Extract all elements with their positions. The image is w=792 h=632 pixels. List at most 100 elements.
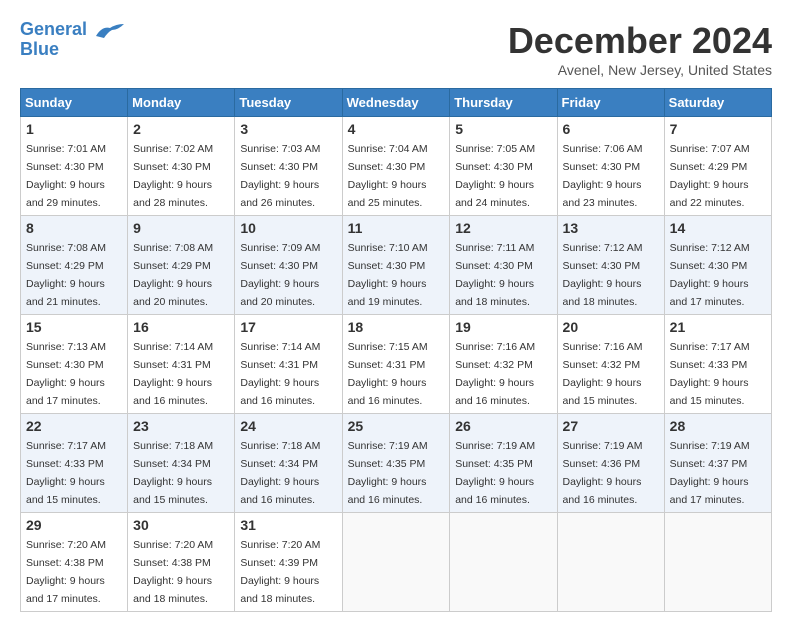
calendar-cell: 6 Sunrise: 7:06 AMSunset: 4:30 PMDayligh… [557, 117, 664, 216]
calendar-cell: 21 Sunrise: 7:17 AMSunset: 4:33 PMDaylig… [664, 315, 771, 414]
day-info: Sunrise: 7:14 AMSunset: 4:31 PMDaylight:… [240, 341, 320, 407]
calendar-cell: 30 Sunrise: 7:20 AMSunset: 4:38 PMDaylig… [128, 513, 235, 612]
logo-text: General [20, 19, 92, 39]
day-info: Sunrise: 7:17 AMSunset: 4:33 PMDaylight:… [26, 440, 106, 506]
calendar-cell: 11 Sunrise: 7:10 AMSunset: 4:30 PMDaylig… [342, 216, 450, 315]
day-number: 10 [240, 220, 336, 236]
day-info: Sunrise: 7:01 AMSunset: 4:30 PMDaylight:… [26, 143, 106, 209]
day-number: 9 [133, 220, 229, 236]
calendar-cell: 20 Sunrise: 7:16 AMSunset: 4:32 PMDaylig… [557, 315, 664, 414]
day-number: 27 [563, 418, 659, 434]
day-number: 21 [670, 319, 766, 335]
calendar-header-sunday: Sunday [21, 89, 128, 117]
day-info: Sunrise: 7:20 AMSunset: 4:38 PMDaylight:… [26, 539, 106, 605]
day-info: Sunrise: 7:19 AMSunset: 4:35 PMDaylight:… [455, 440, 535, 506]
day-info: Sunrise: 7:09 AMSunset: 4:30 PMDaylight:… [240, 242, 320, 308]
calendar-cell: 17 Sunrise: 7:14 AMSunset: 4:31 PMDaylig… [235, 315, 342, 414]
day-number: 23 [133, 418, 229, 434]
calendar-cell: 23 Sunrise: 7:18 AMSunset: 4:34 PMDaylig… [128, 414, 235, 513]
day-info: Sunrise: 7:17 AMSunset: 4:33 PMDaylight:… [670, 341, 750, 407]
day-number: 2 [133, 121, 229, 137]
calendar-cell: 28 Sunrise: 7:19 AMSunset: 4:37 PMDaylig… [664, 414, 771, 513]
calendar-week-row: 29 Sunrise: 7:20 AMSunset: 4:38 PMDaylig… [21, 513, 772, 612]
day-info: Sunrise: 7:04 AMSunset: 4:30 PMDaylight:… [348, 143, 428, 209]
logo-bird-icon [94, 22, 126, 40]
day-number: 17 [240, 319, 336, 335]
day-info: Sunrise: 7:08 AMSunset: 4:29 PMDaylight:… [26, 242, 106, 308]
calendar-cell: 29 Sunrise: 7:20 AMSunset: 4:38 PMDaylig… [21, 513, 128, 612]
calendar-cell [342, 513, 450, 612]
day-info: Sunrise: 7:11 AMSunset: 4:30 PMDaylight:… [455, 242, 534, 308]
logo-general: General [20, 19, 87, 39]
day-number: 13 [563, 220, 659, 236]
day-number: 6 [563, 121, 659, 137]
page-header: General Blue December 2024 Avenel, New J… [20, 20, 772, 78]
day-number: 1 [26, 121, 122, 137]
month-title: December 2024 [508, 20, 772, 62]
calendar-cell: 9 Sunrise: 7:08 AMSunset: 4:29 PMDayligh… [128, 216, 235, 315]
day-number: 5 [455, 121, 551, 137]
calendar-cell: 31 Sunrise: 7:20 AMSunset: 4:39 PMDaylig… [235, 513, 342, 612]
day-number: 31 [240, 517, 336, 533]
calendar-week-row: 1 Sunrise: 7:01 AMSunset: 4:30 PMDayligh… [21, 117, 772, 216]
title-block: December 2024 Avenel, New Jersey, United… [508, 20, 772, 78]
calendar-cell: 27 Sunrise: 7:19 AMSunset: 4:36 PMDaylig… [557, 414, 664, 513]
calendar-week-row: 8 Sunrise: 7:08 AMSunset: 4:29 PMDayligh… [21, 216, 772, 315]
day-info: Sunrise: 7:07 AMSunset: 4:29 PMDaylight:… [670, 143, 750, 209]
calendar-cell: 19 Sunrise: 7:16 AMSunset: 4:32 PMDaylig… [450, 315, 557, 414]
calendar-week-row: 15 Sunrise: 7:13 AMSunset: 4:30 PMDaylig… [21, 315, 772, 414]
day-number: 8 [26, 220, 122, 236]
calendar-cell [450, 513, 557, 612]
day-number: 16 [133, 319, 229, 335]
day-info: Sunrise: 7:19 AMSunset: 4:35 PMDaylight:… [348, 440, 428, 506]
calendar-header-wednesday: Wednesday [342, 89, 450, 117]
day-number: 26 [455, 418, 551, 434]
day-info: Sunrise: 7:12 AMSunset: 4:30 PMDaylight:… [670, 242, 750, 308]
calendar-header-thursday: Thursday [450, 89, 557, 117]
calendar-header-saturday: Saturday [664, 89, 771, 117]
calendar-cell: 1 Sunrise: 7:01 AMSunset: 4:30 PMDayligh… [21, 117, 128, 216]
calendar-table: SundayMondayTuesdayWednesdayThursdayFrid… [20, 88, 772, 612]
calendar-cell: 2 Sunrise: 7:02 AMSunset: 4:30 PMDayligh… [128, 117, 235, 216]
calendar-cell: 5 Sunrise: 7:05 AMSunset: 4:30 PMDayligh… [450, 117, 557, 216]
day-number: 30 [133, 517, 229, 533]
day-info: Sunrise: 7:12 AMSunset: 4:30 PMDaylight:… [563, 242, 643, 308]
day-info: Sunrise: 7:18 AMSunset: 4:34 PMDaylight:… [240, 440, 320, 506]
calendar-cell: 14 Sunrise: 7:12 AMSunset: 4:30 PMDaylig… [664, 216, 771, 315]
calendar-cell: 7 Sunrise: 7:07 AMSunset: 4:29 PMDayligh… [664, 117, 771, 216]
day-info: Sunrise: 7:19 AMSunset: 4:37 PMDaylight:… [670, 440, 750, 506]
day-info: Sunrise: 7:13 AMSunset: 4:30 PMDaylight:… [26, 341, 106, 407]
day-number: 24 [240, 418, 336, 434]
day-info: Sunrise: 7:15 AMSunset: 4:31 PMDaylight:… [348, 341, 428, 407]
day-info: Sunrise: 7:02 AMSunset: 4:30 PMDaylight:… [133, 143, 213, 209]
day-number: 15 [26, 319, 122, 335]
day-number: 12 [455, 220, 551, 236]
day-number: 29 [26, 517, 122, 533]
calendar-cell: 16 Sunrise: 7:14 AMSunset: 4:31 PMDaylig… [128, 315, 235, 414]
day-number: 14 [670, 220, 766, 236]
logo-blue: Blue [20, 40, 59, 60]
day-number: 28 [670, 418, 766, 434]
location: Avenel, New Jersey, United States [508, 62, 772, 78]
calendar-header-friday: Friday [557, 89, 664, 117]
calendar-cell: 12 Sunrise: 7:11 AMSunset: 4:30 PMDaylig… [450, 216, 557, 315]
calendar-cell: 10 Sunrise: 7:09 AMSunset: 4:30 PMDaylig… [235, 216, 342, 315]
calendar-header-row: SundayMondayTuesdayWednesdayThursdayFrid… [21, 89, 772, 117]
day-info: Sunrise: 7:10 AMSunset: 4:30 PMDaylight:… [348, 242, 428, 308]
calendar-cell: 8 Sunrise: 7:08 AMSunset: 4:29 PMDayligh… [21, 216, 128, 315]
calendar-cell: 13 Sunrise: 7:12 AMSunset: 4:30 PMDaylig… [557, 216, 664, 315]
day-number: 20 [563, 319, 659, 335]
day-info: Sunrise: 7:16 AMSunset: 4:32 PMDaylight:… [563, 341, 643, 407]
day-number: 7 [670, 121, 766, 137]
calendar-cell [557, 513, 664, 612]
day-number: 25 [348, 418, 445, 434]
calendar-cell: 25 Sunrise: 7:19 AMSunset: 4:35 PMDaylig… [342, 414, 450, 513]
day-info: Sunrise: 7:20 AMSunset: 4:39 PMDaylight:… [240, 539, 320, 605]
day-number: 4 [348, 121, 445, 137]
day-number: 3 [240, 121, 336, 137]
calendar-cell: 4 Sunrise: 7:04 AMSunset: 4:30 PMDayligh… [342, 117, 450, 216]
calendar-cell: 24 Sunrise: 7:18 AMSunset: 4:34 PMDaylig… [235, 414, 342, 513]
day-info: Sunrise: 7:05 AMSunset: 4:30 PMDaylight:… [455, 143, 535, 209]
day-info: Sunrise: 7:06 AMSunset: 4:30 PMDaylight:… [563, 143, 643, 209]
logo: General Blue [20, 20, 126, 60]
